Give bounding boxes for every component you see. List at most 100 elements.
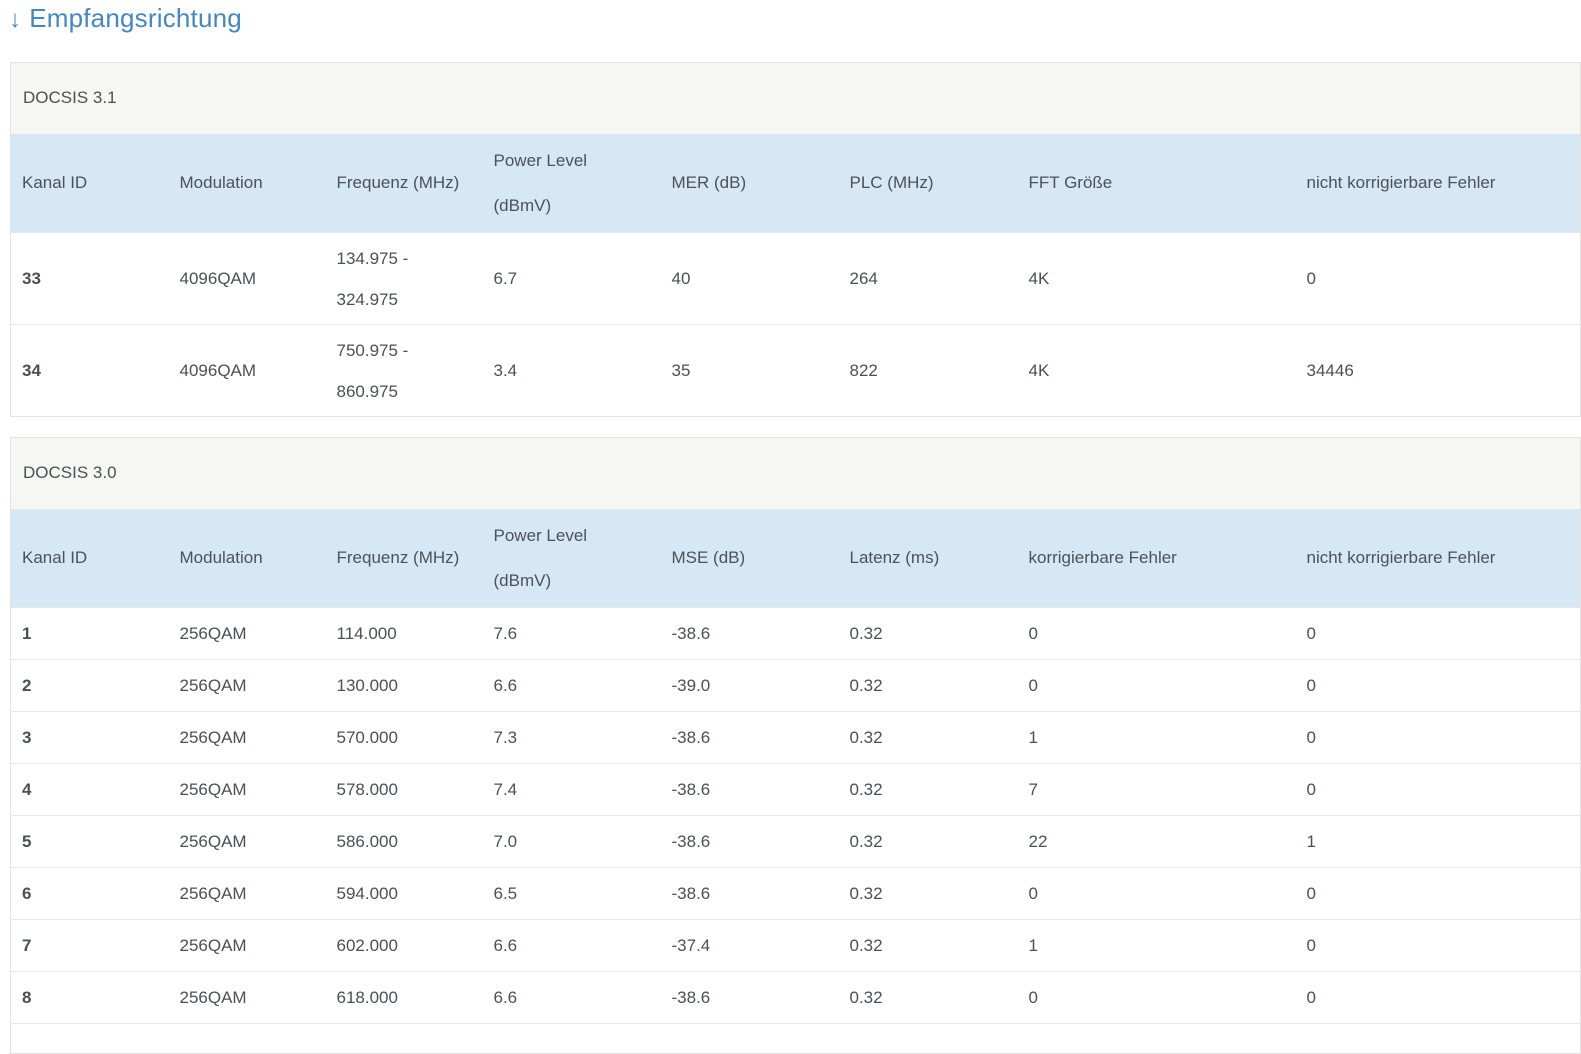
cell-frequenz: 570.000	[325, 711, 483, 764]
col-power-level: Power Level (dBmV)	[482, 508, 661, 608]
col-kanal-id: Kanal ID	[10, 133, 169, 233]
table-row-partial	[10, 1023, 1581, 1054]
table-row-channel-5: 5 256QAM 586.000 7.0 -38.6 0.32 22 1	[10, 815, 1581, 868]
docsis30-caption: DOCSIS 3.0	[10, 437, 1581, 509]
cell-frequenz-start: 134.975 -	[336, 248, 409, 268]
cell-uncorrectable-errors: 0	[1295, 763, 1581, 816]
docsis31-table: DOCSIS 3.1 Kanal ID Modulation Frequenz …	[10, 62, 1581, 417]
cell-frequenz-end: 324.975	[336, 289, 398, 309]
cell-modulation: 256QAM	[168, 971, 326, 1024]
cell-mer: 40	[660, 232, 839, 325]
cell-kanal-id: 2	[10, 659, 169, 712]
cell-modulation: 256QAM	[168, 919, 326, 972]
cell-kanal-id: 4	[10, 763, 169, 816]
cell-power-level: 7.3	[482, 711, 661, 764]
cell-kanal-id: 3	[10, 711, 169, 764]
cell-uncorrectable-errors: 1	[1295, 815, 1581, 868]
col-correctable-errors: korrigierbare Fehler	[1017, 508, 1296, 608]
table-row-channel-33: 33 4096QAM 134.975 - 324.975 6.7 40 264 …	[10, 232, 1581, 325]
cell-latenz: 0.32	[838, 971, 1018, 1024]
docsis30-caption-row: DOCSIS 3.0	[10, 437, 1581, 509]
col-frequenz: Frequenz (MHz)	[325, 133, 483, 233]
cell-frequenz-range: 750.975 - 860.975	[325, 324, 483, 417]
table-row-channel-7: 7 256QAM 602.000 6.6 -37.4 0.32 1 0	[10, 919, 1581, 972]
cell-correctable-errors: 0	[1017, 971, 1296, 1024]
cell-frequenz: 586.000	[325, 815, 483, 868]
cell-modulation: 4096QAM	[168, 324, 326, 417]
cell-kanal-id: 33	[10, 232, 169, 325]
table-row-channel-3: 3 256QAM 570.000 7.3 -38.6 0.32 1 0	[10, 711, 1581, 764]
cell-empty-partial	[10, 1023, 1581, 1054]
cell-mse: -38.6	[660, 711, 839, 764]
table-row-channel-1: 1 256QAM 114.000 7.6 -38.6 0.32 0 0	[10, 607, 1581, 660]
col-power-level-line1: Power Level	[493, 525, 588, 545]
cell-power-level: 6.7	[482, 232, 661, 325]
cell-uncorrectable-errors: 0	[1295, 971, 1581, 1024]
col-uncorrectable-errors: nicht korrigierbare Fehler	[1295, 508, 1581, 608]
cell-frequenz-range: 134.975 - 324.975	[325, 232, 483, 325]
cell-frequenz-start: 750.975 -	[336, 340, 409, 360]
cell-power-level: 6.6	[482, 659, 661, 712]
table-row-channel-6: 6 256QAM 594.000 6.5 -38.6 0.32 0 0	[10, 867, 1581, 920]
cell-uncorrectable-errors: 0	[1295, 232, 1581, 325]
section-toggle-empfangsrichtung[interactable]: ↓ Empfangsrichtung	[9, 3, 242, 34]
cell-correctable-errors: 0	[1017, 607, 1296, 660]
cell-frequenz: 114.000	[325, 607, 483, 660]
cell-kanal-id: 7	[10, 919, 169, 972]
cell-modulation: 256QAM	[168, 763, 326, 816]
table-row-channel-4: 4 256QAM 578.000 7.4 -38.6 0.32 7 0	[10, 763, 1581, 816]
cell-mse: -38.6	[660, 971, 839, 1024]
table-row-channel-2: 2 256QAM 130.000 6.6 -39.0 0.32 0 0	[10, 659, 1581, 712]
cell-latenz: 0.32	[838, 867, 1018, 920]
cell-mse: -38.6	[660, 763, 839, 816]
cell-kanal-id: 34	[10, 324, 169, 417]
cell-latenz: 0.32	[838, 763, 1018, 816]
col-mer: MER (dB)	[660, 133, 839, 233]
cell-frequenz-end: 860.975	[336, 381, 398, 401]
cell-kanal-id: 5	[10, 815, 169, 868]
cell-frequenz: 130.000	[325, 659, 483, 712]
docsis30-header-row: Kanal ID Modulation Frequenz (MHz) Power…	[10, 508, 1581, 608]
col-modulation: Modulation	[168, 133, 326, 233]
cell-kanal-id: 6	[10, 867, 169, 920]
cell-modulation: 256QAM	[168, 711, 326, 764]
cell-uncorrectable-errors: 0	[1295, 607, 1581, 660]
col-uncorrectable-errors: nicht korrigierbare Fehler	[1295, 133, 1581, 233]
col-fft-groesse: FFT Größe	[1017, 133, 1296, 233]
col-power-level-line2: (dBmV)	[493, 570, 552, 590]
cell-modulation: 256QAM	[168, 815, 326, 868]
down-arrow-icon: ↓	[9, 6, 22, 33]
col-frequenz: Frequenz (MHz)	[325, 508, 483, 608]
docsis30-table: DOCSIS 3.0 Kanal ID Modulation Frequenz …	[10, 437, 1581, 1054]
table-row-channel-34: 34 4096QAM 750.975 - 860.975 3.4 35 822 …	[10, 324, 1581, 417]
cell-mse: -39.0	[660, 659, 839, 712]
cell-uncorrectable-errors: 0	[1295, 919, 1581, 972]
cell-correctable-errors: 7	[1017, 763, 1296, 816]
cell-frequenz: 602.000	[325, 919, 483, 972]
cell-modulation: 256QAM	[168, 659, 326, 712]
cell-modulation: 256QAM	[168, 867, 326, 920]
section-title-text: Empfangsrichtung	[29, 3, 242, 33]
cell-plc: 264	[838, 232, 1018, 325]
cell-latenz: 0.32	[838, 607, 1018, 660]
cell-mse: -38.6	[660, 607, 839, 660]
cell-correctable-errors: 0	[1017, 659, 1296, 712]
cell-modulation: 256QAM	[168, 607, 326, 660]
col-kanal-id: Kanal ID	[10, 508, 169, 608]
cell-mer: 35	[660, 324, 839, 417]
cell-frequenz: 578.000	[325, 763, 483, 816]
cell-power-level: 7.4	[482, 763, 661, 816]
cell-power-level: 7.0	[482, 815, 661, 868]
cell-kanal-id: 8	[10, 971, 169, 1024]
cell-latenz: 0.32	[838, 815, 1018, 868]
cell-mse: -38.6	[660, 867, 839, 920]
docsis31-header-row: Kanal ID Modulation Frequenz (MHz) Power…	[10, 133, 1581, 233]
cell-power-level: 7.6	[482, 607, 661, 660]
cell-power-level: 6.6	[482, 971, 661, 1024]
cell-frequenz: 594.000	[325, 867, 483, 920]
docsis31-caption: DOCSIS 3.1	[10, 62, 1581, 134]
cell-power-level: 3.4	[482, 324, 661, 417]
col-latenz: Latenz (ms)	[838, 508, 1018, 608]
col-modulation: Modulation	[168, 508, 326, 608]
table-row-channel-8: 8 256QAM 618.000 6.6 -38.6 0.32 0 0	[10, 971, 1581, 1024]
